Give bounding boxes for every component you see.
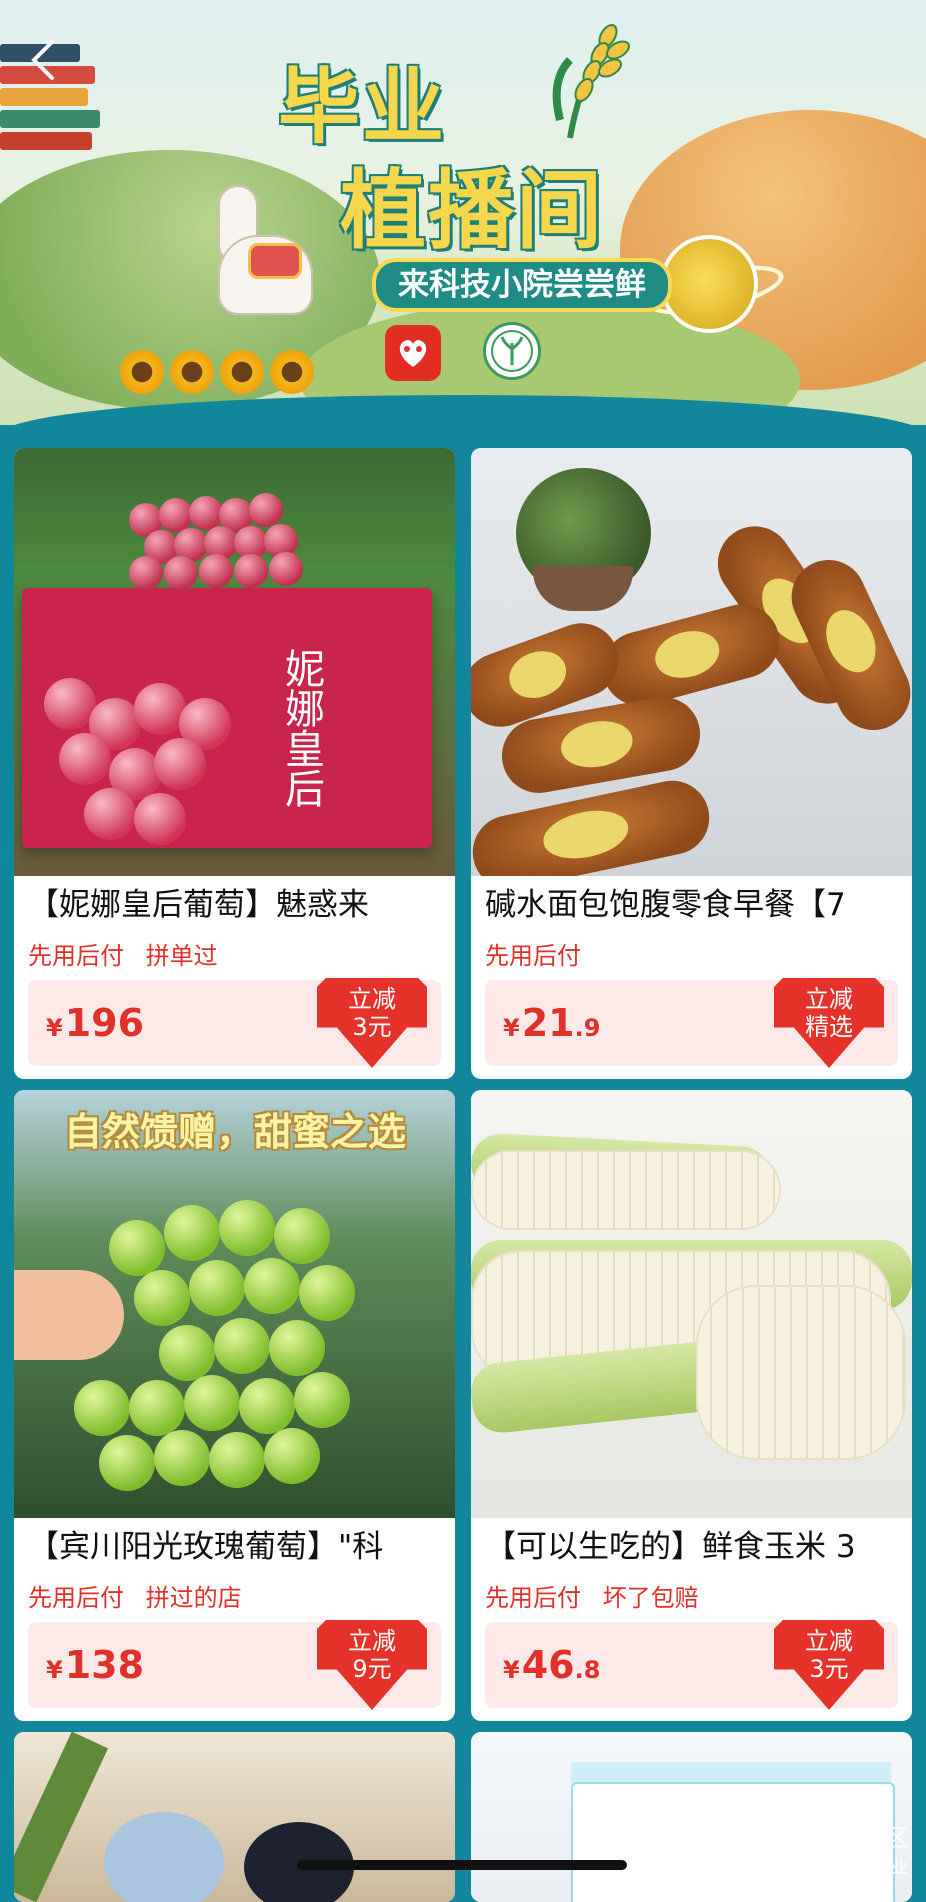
price-bar[interactable]: ¥196 立减 3元 — [28, 978, 441, 1068]
box-brand-text: 妮娜皇后 — [278, 648, 324, 808]
back-button[interactable] — [28, 38, 64, 82]
product-image[interactable] — [14, 1732, 455, 1902]
product-card[interactable]: 自然馈赠，甜蜜之选 【宾川阳光玫瑰葡萄】"科 先用后付 拼过的店 ¥138 立减… — [14, 1090, 455, 1721]
product-image[interactable] — [471, 448, 912, 876]
discount-badge[interactable]: 立减 3元 — [774, 1620, 884, 1710]
durian-illustration — [660, 235, 758, 333]
pinduoduo-logo — [385, 325, 441, 381]
sunflowers-illustration — [120, 350, 314, 394]
tag-bad-refund: 坏了包赔 — [602, 1584, 699, 1612]
product-price: ¥46.8 — [503, 1643, 601, 1687]
banner-subtitle: 来科技小院尝尝鲜 — [372, 258, 672, 312]
hand-illustration — [14, 1270, 124, 1360]
tag-pay-later: 先用后付 — [28, 1584, 124, 1612]
discount-badge[interactable]: 立减 3元 — [317, 978, 427, 1068]
product-tags: 先用后付 拼单过 — [28, 936, 232, 971]
watermark: 老虎社区 @极点商业 — [812, 1824, 908, 1878]
home-indicator[interactable] — [297, 1860, 627, 1870]
product-title[interactable]: 碱水面包饱腹零食早餐【7 — [485, 885, 905, 925]
product-card[interactable]: 碱水面包饱腹零食早餐【7 先用后付 ¥21.9 立减 精选 — [471, 448, 912, 1079]
tag-pay-later: 先用后付 — [485, 1584, 581, 1612]
image-slogan: 自然馈赠，甜蜜之选 — [63, 1110, 406, 1154]
product-price: ¥21.9 — [503, 1001, 601, 1045]
promo-banner: 毕业 植播间 来科技小院尝尝鲜 — [0, 0, 926, 425]
product-tags: 先用后付 拼过的店 — [28, 1578, 256, 1613]
price-bar[interactable]: ¥46.8 立减 3元 — [485, 1620, 898, 1710]
banner-title-line2: 植播间 — [340, 161, 604, 261]
product-title[interactable]: 【宾川阳光玫瑰葡萄】"科 — [28, 1527, 448, 1567]
academy-logo — [483, 322, 541, 380]
product-card[interactable]: 妮娜皇后 【妮娜皇后葡萄】魅惑来 先用后付 拼单过 ¥196 立减 3元 — [14, 448, 455, 1079]
product-image[interactable]: 自然馈赠，甜蜜之选 — [14, 1090, 455, 1518]
product-card[interactable] — [14, 1732, 455, 1902]
price-bar[interactable]: ¥138 立减 9元 — [28, 1620, 441, 1710]
chevron-left-icon — [31, 40, 54, 80]
tag-pay-later: 先用后付 — [28, 942, 124, 970]
tag-shop-visited: 拼过的店 — [145, 1584, 242, 1612]
product-tags: 先用后付 — [485, 936, 595, 971]
discount-badge[interactable]: 立减 9元 — [317, 1620, 427, 1710]
product-tags: 先用后付 坏了包赔 — [485, 1578, 713, 1613]
tag-pay-later: 先用后付 — [485, 942, 581, 970]
product-card[interactable]: 【可以生吃的】鲜食玉米 3 先用后付 坏了包赔 ¥46.8 立减 3元 — [471, 1090, 912, 1721]
discount-badge[interactable]: 立减 精选 — [774, 978, 884, 1068]
product-title[interactable]: 【妮娜皇后葡萄】魅惑来 — [28, 885, 448, 925]
product-price: ¥196 — [46, 1001, 145, 1045]
tag-group-buy: 拼单过 — [145, 942, 218, 970]
wheat-icon — [552, 24, 630, 139]
product-title[interactable]: 【可以生吃的】鲜食玉米 3 — [485, 1527, 905, 1567]
price-bar[interactable]: ¥21.9 立减 精选 — [485, 978, 898, 1068]
product-price: ¥138 — [46, 1643, 145, 1687]
product-image[interactable] — [471, 1090, 912, 1518]
alpaca-illustration — [208, 175, 318, 335]
product-image[interactable]: 妮娜皇后 — [14, 448, 455, 876]
